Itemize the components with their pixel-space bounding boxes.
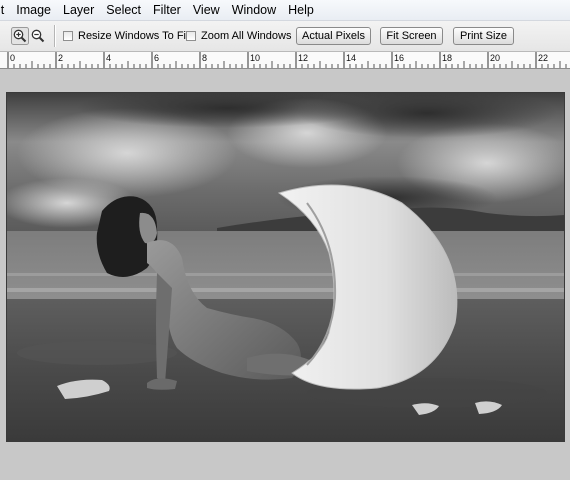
- photo-image: [7, 93, 564, 441]
- print-size-button[interactable]: Print Size: [453, 27, 514, 45]
- zoom-all-checkbox[interactable]: [186, 31, 196, 41]
- menu-edit[interactable]: it: [0, 0, 10, 20]
- ruler-label: 18: [442, 53, 452, 63]
- menu-image[interactable]: Image: [10, 0, 57, 20]
- ruler-label: 10: [250, 53, 260, 63]
- actual-pixels-button[interactable]: Actual Pixels: [296, 27, 371, 45]
- fit-screen-button[interactable]: Fit Screen: [380, 27, 443, 45]
- canvas-workspace: [0, 69, 570, 480]
- ruler-label: 6: [154, 53, 159, 63]
- resize-windows-option[interactable]: Resize Windows To Fit: [63, 29, 189, 43]
- ruler-label: 4: [106, 53, 111, 63]
- ruler-label: 14: [346, 53, 356, 63]
- ruler-label: 16: [394, 53, 404, 63]
- ruler-label: 20: [490, 53, 500, 63]
- menu-filter[interactable]: Filter: [147, 0, 187, 20]
- document-canvas[interactable]: [6, 92, 565, 442]
- ruler-label: 2: [58, 53, 63, 63]
- menu-bar: it Image Layer Select Filter View Window…: [0, 0, 570, 21]
- toolbar-separator: [54, 25, 55, 47]
- horizontal-ruler[interactable]: 0 2 4 6 8 10 12 14 16 18 20 22: [0, 52, 570, 69]
- options-bar: Resize Windows To Fit Zoom All Windows A…: [0, 21, 570, 52]
- ruler-label: 22: [538, 53, 548, 63]
- menu-view[interactable]: View: [187, 0, 226, 20]
- zoom-in-icon[interactable]: [11, 27, 29, 45]
- resize-windows-checkbox[interactable]: [63, 31, 73, 41]
- ruler-label: 12: [298, 53, 308, 63]
- ruler-label: 8: [202, 53, 207, 63]
- zoom-all-label: Zoom All Windows: [201, 30, 292, 42]
- ruler-scale: 0 2 4 6 8 10 12 14 16 18 20 22: [7, 52, 567, 68]
- zoom-out-icon[interactable]: [29, 27, 47, 45]
- zoom-all-option[interactable]: Zoom All Windows: [186, 29, 291, 43]
- menu-window[interactable]: Window: [226, 0, 282, 20]
- resize-windows-label: Resize Windows To Fit: [78, 30, 190, 42]
- menu-select[interactable]: Select: [100, 0, 147, 20]
- menu-layer[interactable]: Layer: [57, 0, 100, 20]
- menu-help[interactable]: Help: [282, 0, 320, 20]
- ruler-label: 0: [10, 53, 15, 63]
